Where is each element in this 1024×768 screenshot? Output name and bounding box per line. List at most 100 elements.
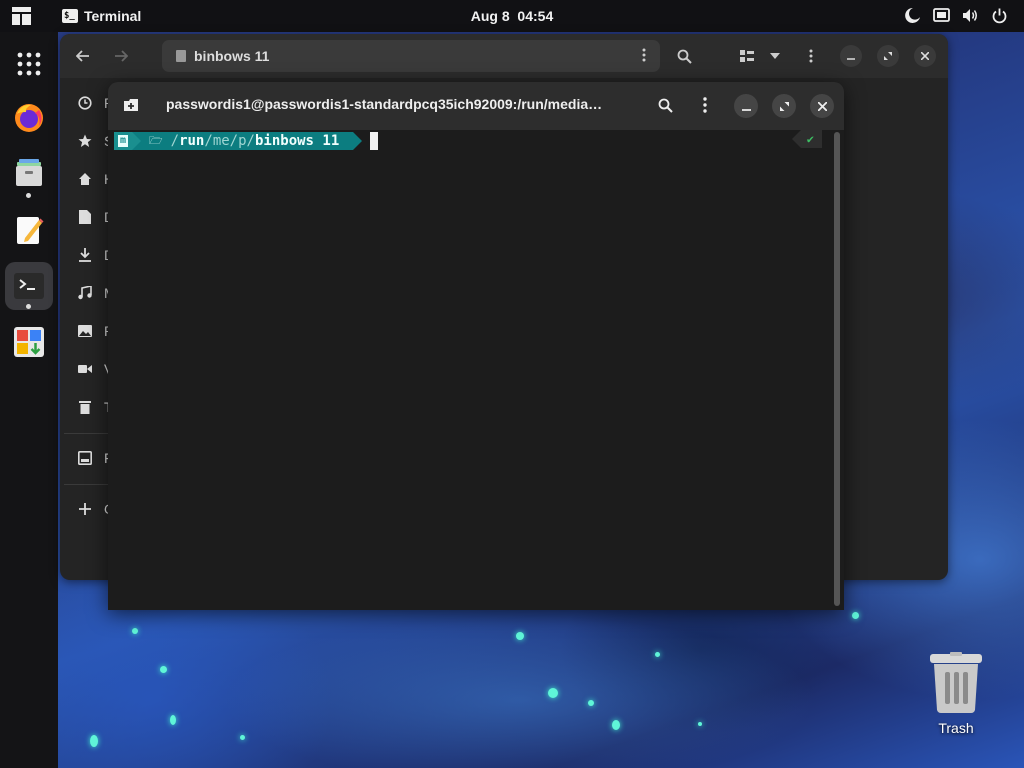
new-tab-icon bbox=[124, 99, 138, 111]
path-part: binbows 11 bbox=[254, 133, 340, 149]
arrow-left-icon bbox=[76, 50, 89, 62]
clock-label[interactable]: Aug 8 04:54 bbox=[471, 8, 553, 24]
close-icon bbox=[817, 101, 827, 111]
show-apps-button[interactable] bbox=[5, 40, 53, 88]
path-part: / bbox=[229, 133, 239, 149]
picture-icon bbox=[78, 324, 92, 338]
wallpaper-speck bbox=[160, 666, 167, 673]
path-part: / bbox=[246, 133, 255, 149]
cwd-path: /run/me/p/binbows 11 bbox=[171, 133, 340, 149]
powerline-separator bbox=[132, 132, 141, 150]
chevron-down-icon bbox=[770, 53, 780, 59]
drive-icon bbox=[78, 451, 92, 465]
path-segment: 🗁 /run/me/p/binbows 11 bbox=[141, 132, 354, 150]
arrow-right-icon bbox=[115, 50, 128, 62]
minimize-button[interactable] bbox=[840, 45, 862, 67]
view-toggle-button[interactable] bbox=[736, 45, 758, 67]
power-icon[interactable] bbox=[991, 7, 1008, 24]
status-check-icon: ✔ bbox=[800, 130, 822, 148]
system-tray[interactable] bbox=[904, 7, 1008, 24]
search-icon bbox=[677, 49, 692, 64]
list-view-icon bbox=[740, 50, 754, 62]
activities-icon[interactable] bbox=[12, 7, 31, 25]
menu-button[interactable] bbox=[694, 94, 716, 116]
dock-item-software[interactable] bbox=[5, 318, 53, 366]
os-segment: m bbox=[114, 132, 132, 150]
powerline-separator bbox=[353, 132, 363, 150]
video-icon bbox=[78, 362, 92, 376]
desktop-trash[interactable]: Trash bbox=[924, 652, 988, 742]
maximize-icon bbox=[884, 52, 892, 60]
path-part: p bbox=[238, 133, 247, 149]
back-button[interactable] bbox=[72, 45, 94, 67]
minimize-icon bbox=[847, 58, 855, 60]
dock-item-files[interactable] bbox=[5, 148, 53, 196]
terminal-headerbar: passwordis1@passwordis1-standardpcq35ich… bbox=[108, 82, 844, 130]
wallpaper-speck bbox=[240, 735, 245, 740]
folder-icon: 🗁 bbox=[149, 133, 163, 147]
app-menu[interactable]: $_ Terminal bbox=[62, 0, 141, 32]
app-grid-icon bbox=[17, 52, 41, 76]
search-icon bbox=[658, 98, 673, 113]
view-options-button[interactable] bbox=[764, 45, 786, 67]
download-icon bbox=[78, 248, 92, 262]
maximize-button[interactable] bbox=[877, 45, 899, 67]
terminal-window[interactable]: passwordis1@passwordis1-standardpcq35ich… bbox=[108, 82, 844, 610]
wallpaper-speck bbox=[655, 652, 660, 657]
search-button[interactable] bbox=[673, 45, 695, 67]
new-tab-button[interactable] bbox=[120, 94, 142, 116]
dock bbox=[0, 32, 58, 768]
running-indicator bbox=[26, 304, 31, 309]
path-part: run bbox=[179, 133, 205, 149]
minimize-button[interactable] bbox=[734, 94, 758, 118]
scrollbar[interactable] bbox=[834, 132, 840, 606]
firefox-icon bbox=[15, 104, 43, 132]
shell-prompt: m 🗁 /run/me/p/binbows 11 bbox=[114, 132, 379, 150]
wallpaper-speck bbox=[698, 722, 702, 726]
app-name-label: Terminal bbox=[84, 8, 142, 24]
wallpaper-speck bbox=[516, 632, 524, 640]
wallpaper-speck bbox=[612, 720, 620, 730]
files-headerbar: binbows 11 bbox=[60, 34, 948, 78]
close-icon bbox=[921, 52, 929, 60]
sidebar-separator bbox=[64, 433, 108, 434]
star-icon bbox=[78, 134, 92, 148]
trash-icon bbox=[930, 652, 982, 713]
search-button[interactable] bbox=[654, 94, 676, 116]
exit-status-segment: ✔ bbox=[791, 130, 822, 148]
maximize-button[interactable] bbox=[772, 94, 796, 118]
drive-icon bbox=[176, 50, 186, 62]
powerline-separator bbox=[791, 130, 801, 148]
close-button[interactable] bbox=[914, 45, 936, 67]
running-indicator bbox=[26, 193, 31, 198]
path-part: / bbox=[170, 133, 180, 149]
close-button[interactable] bbox=[810, 94, 834, 118]
kebab-menu-icon[interactable] bbox=[642, 48, 646, 62]
plus-icon bbox=[78, 502, 92, 516]
software-center-icon bbox=[14, 327, 44, 357]
wallpaper-speck bbox=[852, 612, 859, 619]
document-icon bbox=[78, 210, 92, 224]
path-part: me bbox=[212, 133, 230, 149]
terminal-output[interactable]: m 🗁 /run/me/p/binbows 11 ✔ bbox=[108, 130, 844, 610]
text-editor-icon bbox=[17, 217, 44, 244]
wallpaper-speck bbox=[548, 688, 558, 698]
files-icon bbox=[16, 159, 42, 186]
dock-item-text-editor[interactable] bbox=[5, 206, 53, 254]
dock-item-terminal[interactable] bbox=[5, 262, 53, 310]
wallpaper-speck bbox=[588, 700, 594, 706]
terminal-icon bbox=[14, 273, 44, 299]
clock: Aug 8 04:54 bbox=[0, 8, 1024, 24]
window-title: passwordis1@passwordis1-standardpcq35ich… bbox=[166, 96, 603, 112]
volume-icon[interactable] bbox=[962, 7, 979, 24]
night-light-icon[interactable] bbox=[904, 7, 921, 24]
dock-item-firefox[interactable] bbox=[5, 94, 53, 142]
forward-button[interactable] bbox=[110, 45, 132, 67]
main-menu-button[interactable] bbox=[800, 45, 822, 67]
terminal-icon: $_ bbox=[62, 9, 78, 23]
path-bar[interactable]: binbows 11 bbox=[162, 40, 660, 72]
screen-icon[interactable] bbox=[933, 7, 950, 24]
home-icon bbox=[78, 172, 92, 186]
wallpaper-speck bbox=[170, 715, 176, 725]
text-cursor bbox=[370, 132, 379, 150]
